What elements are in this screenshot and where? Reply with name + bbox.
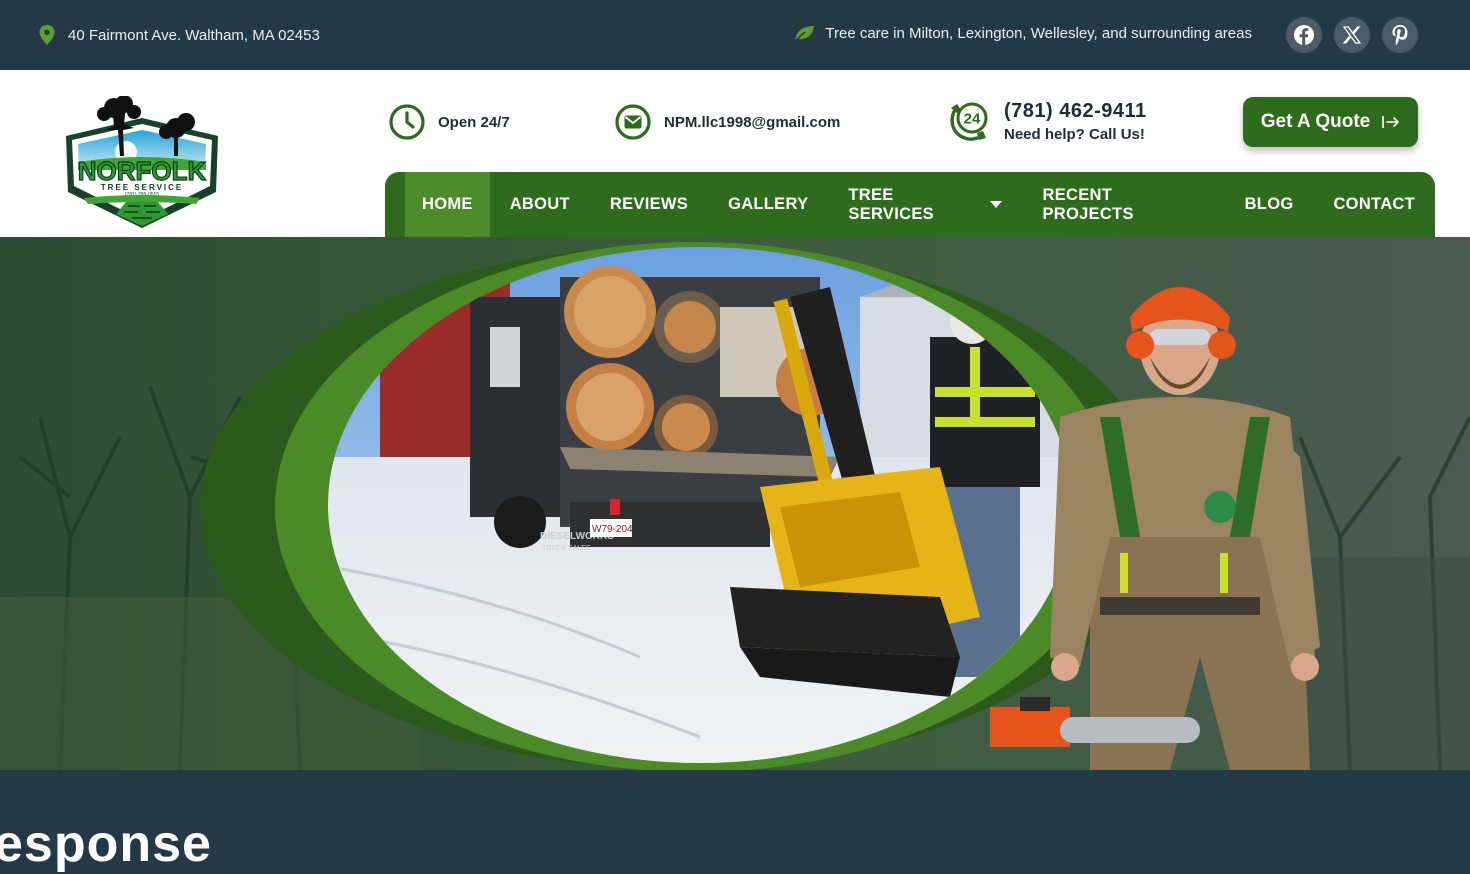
phone-note: Need help? Call Us!	[1004, 125, 1145, 143]
pinterest-link[interactable]	[1382, 17, 1418, 53]
site-header: NORFOLK TREE SERVICE (781) 295-0515 Open…	[0, 70, 1470, 237]
quote-button-label: Get A Quote	[1260, 111, 1371, 132]
section-band: esponse	[0, 770, 1470, 873]
nav-blog[interactable]: BLOG	[1225, 172, 1314, 237]
truck-subtext: TRUCK SALES	[542, 545, 591, 552]
nav-tree-services[interactable]: TREE SERVICES	[828, 172, 1022, 237]
facebook-icon	[1294, 25, 1314, 45]
address-text: 40 Fairmont Ave. Waltham, MA 02453	[68, 26, 320, 44]
leaf-icon	[794, 26, 815, 42]
get-a-quote-button[interactable]: Get A Quote	[1243, 97, 1418, 147]
nav-home[interactable]: HOME	[405, 172, 490, 237]
hours-info: Open 24/7	[388, 103, 510, 141]
caret-down-icon	[990, 201, 1003, 208]
nav-gallery[interactable]: GALLERY	[708, 172, 828, 237]
phone-24-icon: 24	[950, 102, 988, 141]
section-heading-partial: esponse	[0, 815, 212, 873]
arrow-right-icon	[1382, 116, 1400, 128]
main-nav: HOME ABOUT REVIEWS GALLERY TREE SERVICES…	[385, 172, 1435, 237]
x-twitter-link[interactable]	[1334, 17, 1370, 53]
hero-illustration: DIESELWORKS TRUCK SALES W79-204	[0, 237, 1470, 770]
plate-text: W79-204	[592, 524, 633, 535]
pinterest-icon	[1392, 25, 1408, 45]
hero-banner: DIESELWORKS TRUCK SALES W79-204	[0, 237, 1470, 770]
nav-about[interactable]: ABOUT	[490, 172, 590, 237]
nav-recent-projects[interactable]: RECENT PROJECTS	[1022, 172, 1224, 237]
phone-info[interactable]: 24 (781) 462-9411 Need help? Call Us!	[946, 98, 1147, 144]
email-info[interactable]: NPM.llc1998@gmail.com	[614, 103, 840, 141]
address-block: 40 Fairmont Ave. Waltham, MA 02453	[38, 24, 320, 46]
nav-tree-services-label: TREE SERVICES	[848, 185, 934, 223]
email-text[interactable]: NPM.llc1998@gmail.com	[664, 114, 840, 131]
hours-text: Open 24/7	[438, 113, 510, 131]
email-icon	[615, 104, 651, 140]
map-pin-icon	[39, 25, 55, 45]
phone-number[interactable]: (781) 462-9411	[1004, 100, 1147, 123]
phone-text-group: (781) 462-9411 Need help? Call Us!	[1004, 100, 1147, 143]
logo-subtitle: TREE SERVICE	[101, 183, 184, 192]
logo-name: NORFOLK	[78, 156, 207, 186]
nav-reviews[interactable]: REVIEWS	[590, 172, 708, 237]
x-icon	[1342, 26, 1362, 44]
facebook-link[interactable]	[1286, 17, 1322, 53]
service-area-block: Tree care in Milton, Lexington, Wellesle…	[793, 24, 1252, 42]
clock-icon	[389, 104, 425, 140]
service-area-text: Tree care in Milton, Lexington, Wellesle…	[825, 24, 1252, 42]
nav-contact[interactable]: CONTACT	[1313, 172, 1435, 237]
top-bar: 40 Fairmont Ave. Waltham, MA 02453 Tree …	[0, 0, 1470, 70]
norfolk-logo[interactable]: NORFOLK TREE SERVICE (781) 295-0515	[56, 96, 228, 230]
badge-24: 24	[964, 111, 981, 128]
